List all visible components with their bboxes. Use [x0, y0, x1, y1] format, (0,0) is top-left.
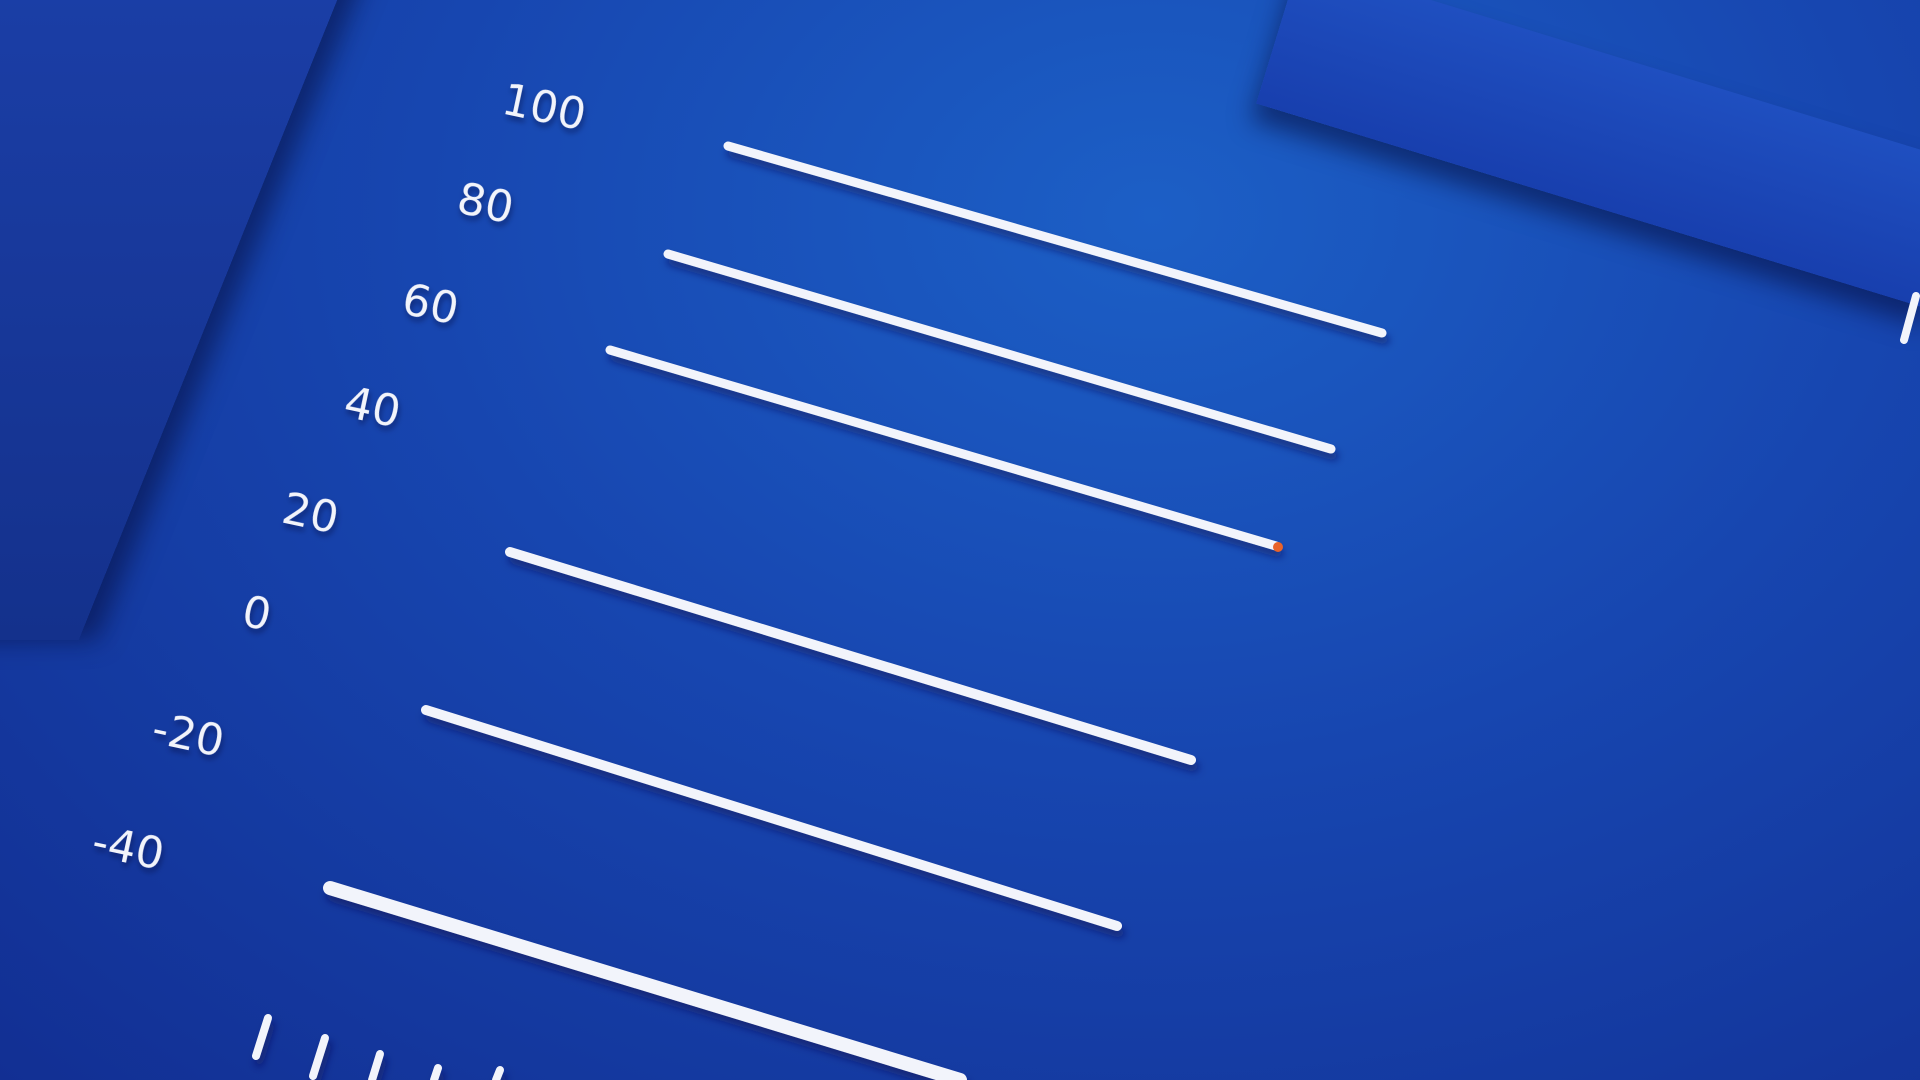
scale-graphic: 100 80 60 40 20 0 -20 -40 — [88, 74, 1920, 1080]
tick-label-80: 80 — [453, 173, 518, 235]
tick-label-100: 100 — [498, 74, 591, 141]
tick-label-60: 60 — [398, 274, 463, 336]
bar-minus-40 — [323, 881, 967, 1080]
marker-dot — [1273, 542, 1283, 552]
scale-board: 100 80 60 40 20 0 -20 -40 — [0, 0, 1920, 1080]
bar-80 — [663, 249, 1336, 454]
tick-label-20: 20 — [278, 483, 343, 545]
right-edge-tick — [1900, 292, 1920, 344]
tick-label-40: 40 — [340, 377, 405, 439]
scale-bars — [323, 141, 1387, 1080]
bar-60 — [605, 345, 1281, 551]
tick-label-0: 0 — [238, 586, 276, 642]
tick-label-minus-20: -20 — [148, 703, 229, 768]
bottom-ticks — [252, 1014, 504, 1080]
bar-minus-20 — [421, 705, 1122, 931]
bar-20 — [505, 547, 1196, 765]
tick-label-minus-40: -40 — [88, 816, 169, 881]
scene: 100 80 60 40 20 0 -20 -40 — [0, 0, 1920, 1080]
tick-labels: 100 80 60 40 20 0 -20 -40 — [88, 74, 591, 881]
